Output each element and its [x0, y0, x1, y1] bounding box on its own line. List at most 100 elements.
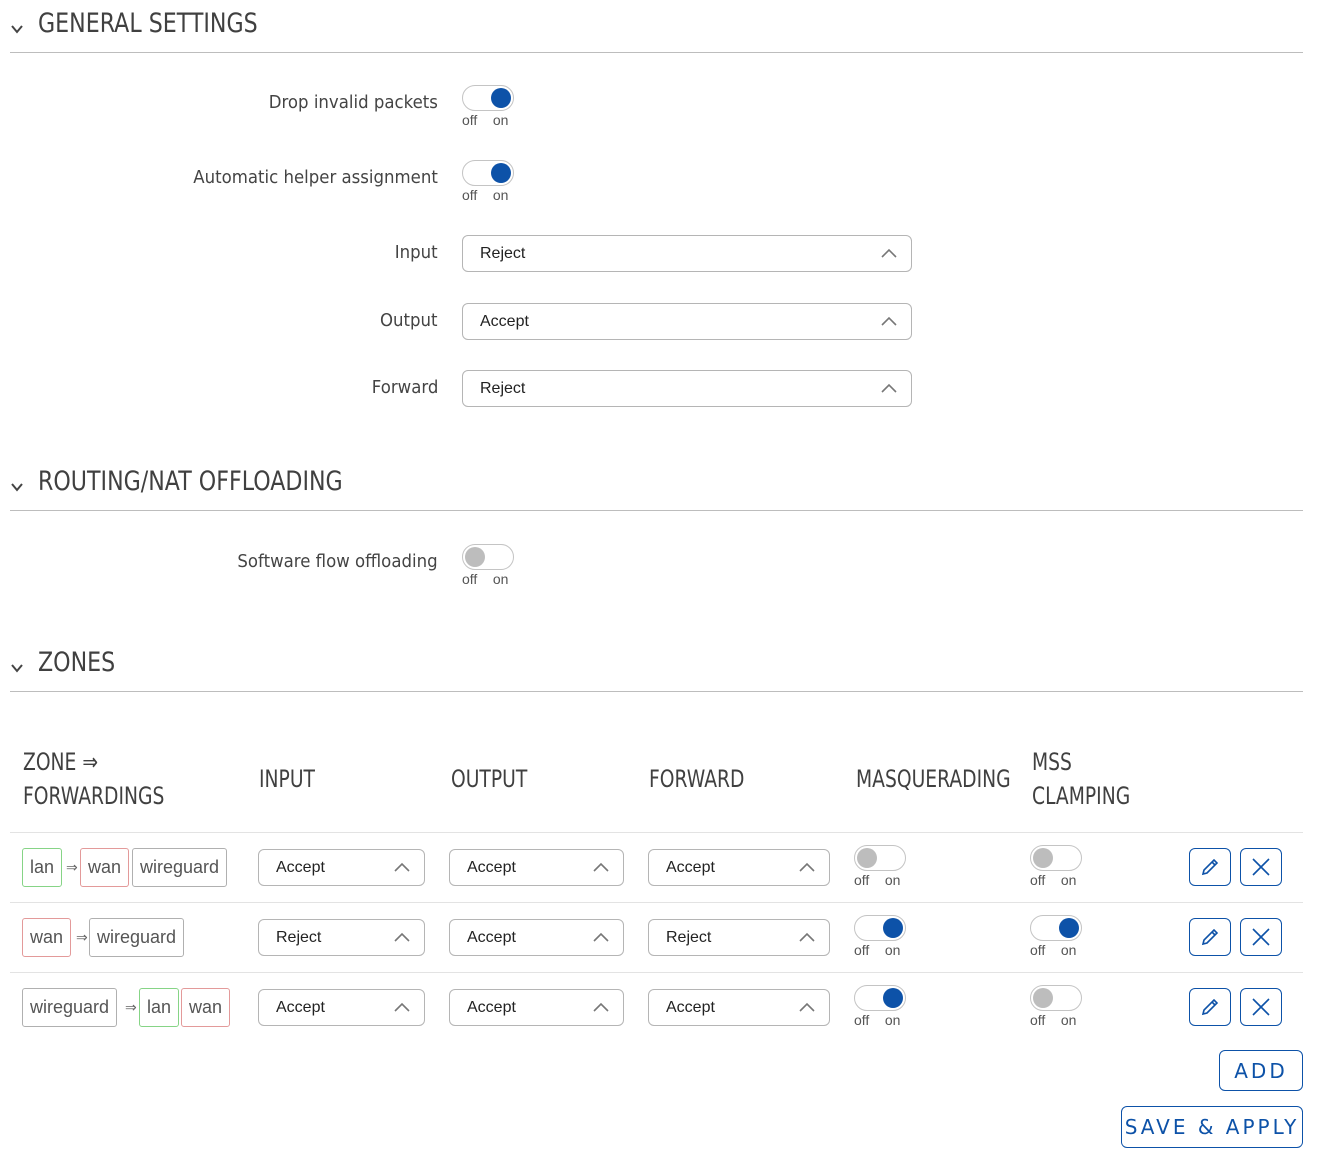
toggle-state-labels: off on: [854, 942, 901, 958]
chevron-up-icon: [593, 932, 609, 942]
delete-button[interactable]: [1240, 848, 1282, 886]
col-header-mss-clamping: MSS CLAMPING: [1032, 748, 1131, 810]
zone-output-select[interactable]: Accept: [449, 989, 624, 1026]
pencil-icon: [1201, 928, 1219, 946]
zone-forward-select[interactable]: Accept: [648, 989, 830, 1026]
edit-button[interactable]: [1189, 988, 1231, 1026]
forward-tag-wireguard: wireguard: [132, 848, 228, 887]
zone-input-select[interactable]: Accept: [258, 989, 425, 1026]
drop-invalid-toggle[interactable]: [462, 85, 514, 111]
chevron-down-icon[interactable]: [10, 480, 24, 494]
mss-clamping-toggle[interactable]: [1030, 985, 1082, 1011]
chevron-up-icon: [593, 1002, 609, 1012]
zone-input-select[interactable]: Accept: [258, 849, 425, 886]
forward-select[interactable]: Reject: [462, 370, 912, 407]
col-header-output: OUTPUT: [451, 765, 528, 793]
zone-forward-select[interactable]: Accept: [648, 849, 830, 886]
output-label: Output: [380, 310, 438, 331]
delete-button[interactable]: [1240, 988, 1282, 1026]
chevron-down-icon[interactable]: [10, 22, 24, 36]
toggle-knob: [1033, 988, 1053, 1008]
row-divider: [10, 972, 1303, 973]
forward-arrow: ⇒: [66, 859, 78, 875]
auto-helper-label: Automatic helper assignment: [193, 167, 438, 188]
edit-button[interactable]: [1189, 848, 1231, 886]
chevron-up-icon: [881, 383, 897, 393]
section-title-routing: ROUTING/NAT OFFLOADING: [38, 466, 343, 497]
toggle-knob: [883, 918, 903, 938]
toggle-state-labels: off on: [462, 571, 509, 587]
chevron-up-icon: [394, 1002, 410, 1012]
routing-offloading-header[interactable]: ROUTING/NAT OFFLOADING: [10, 466, 1303, 511]
col-header-zone: ZONE ⇒ FORWARDINGS: [23, 748, 165, 810]
chevron-up-icon: [394, 862, 410, 872]
forward-tag-lan: lan: [139, 988, 180, 1027]
toggle-knob: [857, 848, 877, 868]
zone-forward-select[interactable]: Reject: [648, 919, 830, 956]
close-icon: [1252, 858, 1270, 876]
forward-tag-wan: wan: [80, 848, 130, 887]
toggle-knob: [883, 988, 903, 1008]
pencil-icon: [1201, 998, 1219, 1016]
chevron-up-icon: [394, 932, 410, 942]
section-title-zones: ZONES: [38, 647, 116, 678]
toggle-knob: [491, 163, 511, 183]
zone-output-select[interactable]: Accept: [449, 919, 624, 956]
output-select[interactable]: Accept: [462, 303, 912, 340]
chevron-up-icon: [799, 862, 815, 872]
forward-tag-wan: wan: [181, 988, 231, 1027]
mss-clamping-toggle[interactable]: [1030, 915, 1082, 941]
toggle-knob: [465, 547, 485, 567]
chevron-up-icon: [881, 248, 897, 258]
row-divider: [10, 832, 1303, 833]
chevron-up-icon: [593, 862, 609, 872]
pencil-icon: [1201, 858, 1219, 876]
row-divider: [10, 902, 1303, 903]
col-header-input: INPUT: [259, 765, 315, 793]
input-select[interactable]: Reject: [462, 235, 912, 272]
add-button[interactable]: ADD: [1219, 1050, 1303, 1091]
chevron-up-icon: [881, 316, 897, 326]
delete-button[interactable]: [1240, 918, 1282, 956]
toggle-state-labels: off on: [854, 1012, 901, 1028]
zones-header[interactable]: ZONES: [10, 647, 1303, 692]
forward-tag-wireguard: wireguard: [89, 918, 185, 957]
close-icon: [1252, 998, 1270, 1016]
toggle-knob: [491, 88, 511, 108]
save-apply-button[interactable]: SAVE & APPLY: [1121, 1106, 1303, 1148]
masquerading-toggle[interactable]: [854, 915, 906, 941]
zone-tag-wan: wan: [22, 918, 72, 957]
chevron-up-icon: [799, 932, 815, 942]
zone-tag-wireguard: wireguard: [22, 988, 118, 1027]
general-settings-header[interactable]: GENERAL SETTINGS: [10, 8, 1303, 53]
close-icon: [1252, 928, 1270, 946]
toggle-state-labels: off on: [1030, 872, 1077, 888]
zone-input-select[interactable]: Reject: [258, 919, 425, 956]
forward-arrow: ⇒: [76, 929, 88, 945]
zone-output-select[interactable]: Accept: [449, 849, 624, 886]
toggle-state-labels: off on: [462, 112, 509, 128]
col-header-masquerading: MASQUERADING: [856, 765, 1011, 793]
col-header-forward: FORWARD: [649, 765, 745, 793]
forward-arrow: ⇒: [125, 999, 137, 1015]
masquerading-toggle[interactable]: [854, 845, 906, 871]
chevron-up-icon: [799, 1002, 815, 1012]
section-title-general: GENERAL SETTINGS: [38, 8, 258, 39]
toggle-state-labels: off on: [1030, 1012, 1077, 1028]
toggle-knob: [1059, 918, 1079, 938]
sw-offload-toggle[interactable]: [462, 544, 514, 570]
masquerading-toggle[interactable]: [854, 985, 906, 1011]
auto-helper-toggle[interactable]: [462, 160, 514, 186]
edit-button[interactable]: [1189, 918, 1231, 956]
sw-offload-label: Software flow offloading: [237, 551, 438, 572]
toggle-state-labels: off on: [462, 187, 509, 203]
toggle-state-labels: off on: [1030, 942, 1077, 958]
forward-label: Forward: [371, 377, 438, 398]
zone-tag-lan: lan: [22, 848, 63, 887]
mss-clamping-toggle[interactable]: [1030, 845, 1082, 871]
input-label: Input: [395, 242, 438, 263]
chevron-down-icon[interactable]: [10, 661, 24, 675]
toggle-state-labels: off on: [854, 872, 901, 888]
drop-invalid-label: Drop invalid packets: [268, 92, 438, 113]
toggle-knob: [1033, 848, 1053, 868]
